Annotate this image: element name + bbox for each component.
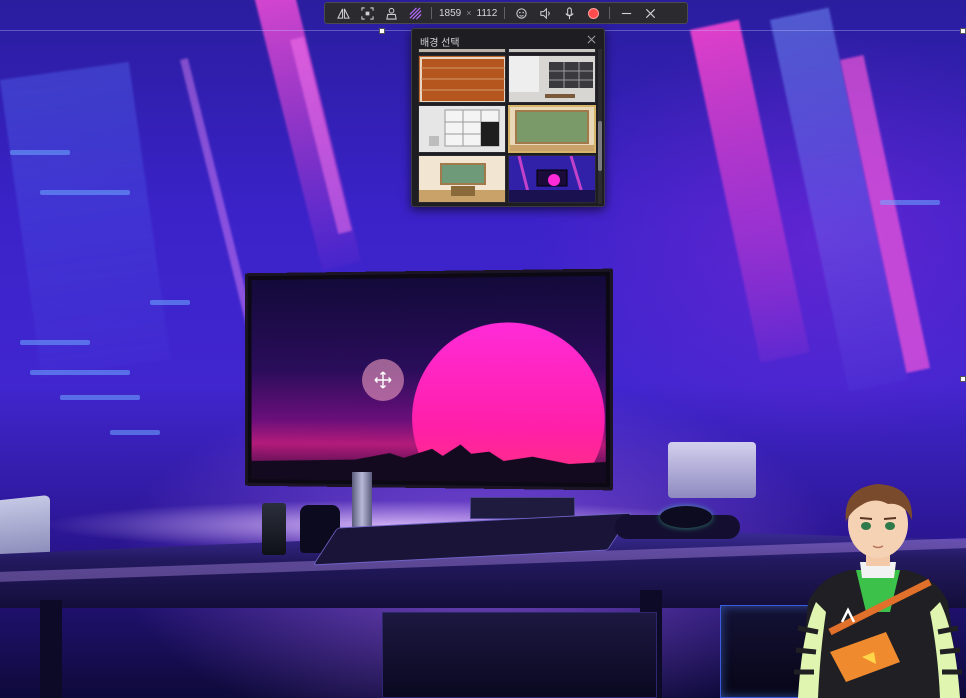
background-thumbnail-classroom-chalkboard[interactable]	[418, 155, 506, 203]
background-thumbnail-neon-desk-setup[interactable]	[508, 155, 596, 203]
height-value[interactable]: 1112	[474, 8, 501, 19]
dimension-separator: ×	[466, 8, 472, 18]
stripes-icon	[409, 7, 421, 19]
brick-wall-image	[419, 56, 505, 102]
face-tracking-button[interactable]	[509, 3, 533, 23]
crop-screen-icon	[360, 6, 374, 20]
bottle	[262, 503, 286, 555]
classroom-image	[419, 156, 505, 202]
neon-desk-image	[509, 156, 595, 202]
close-icon	[645, 8, 655, 18]
close-icon	[587, 35, 595, 43]
record-icon	[587, 7, 599, 19]
hud-mark	[110, 430, 160, 435]
thumbnail-grid	[418, 49, 598, 204]
panel-scrollbar[interactable]	[598, 49, 602, 204]
hud-mark	[30, 370, 130, 375]
background-thumbnail-brick-wall[interactable]	[418, 55, 506, 103]
monitor-screen	[251, 275, 606, 484]
light-beam	[0, 61, 171, 378]
speaker-button[interactable]	[533, 3, 557, 23]
toolbar-divider	[431, 7, 432, 19]
toolbar-divider	[504, 7, 506, 19]
hud-mark	[880, 200, 940, 205]
desk-leg	[40, 600, 62, 698]
background-picker-panel: 배경 선택	[411, 28, 605, 207]
close-button[interactable]	[638, 3, 662, 23]
monitor	[244, 268, 614, 491]
background-thumbnail-shelf-room[interactable]	[418, 105, 506, 153]
avatar-button[interactable]	[379, 3, 403, 23]
face-icon	[516, 7, 527, 19]
toolbar-divider	[609, 7, 611, 19]
background-thumbnail-green-chalkboard[interactable]	[508, 105, 596, 153]
minimize-button[interactable]	[614, 3, 638, 23]
resize-handle-top-right[interactable]	[960, 28, 966, 34]
hud-mark	[150, 300, 190, 305]
capture-toolbar: 1859 × 1112	[324, 2, 688, 24]
microphone-icon	[565, 6, 574, 19]
panel-title: 배경 선택	[420, 38, 460, 49]
green-chalkboard-image	[510, 107, 594, 151]
minimize-icon	[621, 12, 631, 14]
background-button[interactable]	[403, 3, 427, 23]
background-thumbnail[interactable]	[418, 49, 506, 53]
mouse	[660, 506, 712, 528]
person-icon	[385, 7, 397, 20]
flip-button[interactable]	[331, 3, 355, 23]
shelf-room-image	[419, 106, 505, 152]
speaker-icon	[540, 7, 550, 19]
background-thumbnail-studio-room[interactable]	[508, 55, 596, 103]
microphone-button[interactable]	[557, 3, 581, 23]
hud-mark	[40, 190, 130, 195]
studio-room-image	[509, 56, 595, 102]
mirror-icon	[336, 8, 350, 19]
speaker-right	[668, 442, 756, 498]
monitor-stand	[352, 472, 372, 534]
width-value[interactable]: 1859	[436, 8, 464, 19]
hud-mark	[10, 150, 70, 155]
record-button[interactable]	[581, 3, 605, 23]
resize-handle-right[interactable]	[960, 376, 966, 382]
cabinet	[382, 612, 657, 698]
hud-mark	[60, 395, 140, 400]
move-handle[interactable]	[362, 359, 404, 401]
panel-close-button[interactable]	[584, 32, 598, 46]
hud-mark	[20, 340, 90, 345]
move-arrows-icon	[374, 371, 392, 389]
avatar-character[interactable]	[790, 482, 966, 698]
scrollbar-thumb[interactable]	[598, 121, 602, 171]
fit-screen-button[interactable]	[355, 3, 379, 23]
resize-handle-top[interactable]	[379, 28, 385, 34]
background-thumbnail[interactable]	[508, 49, 596, 53]
